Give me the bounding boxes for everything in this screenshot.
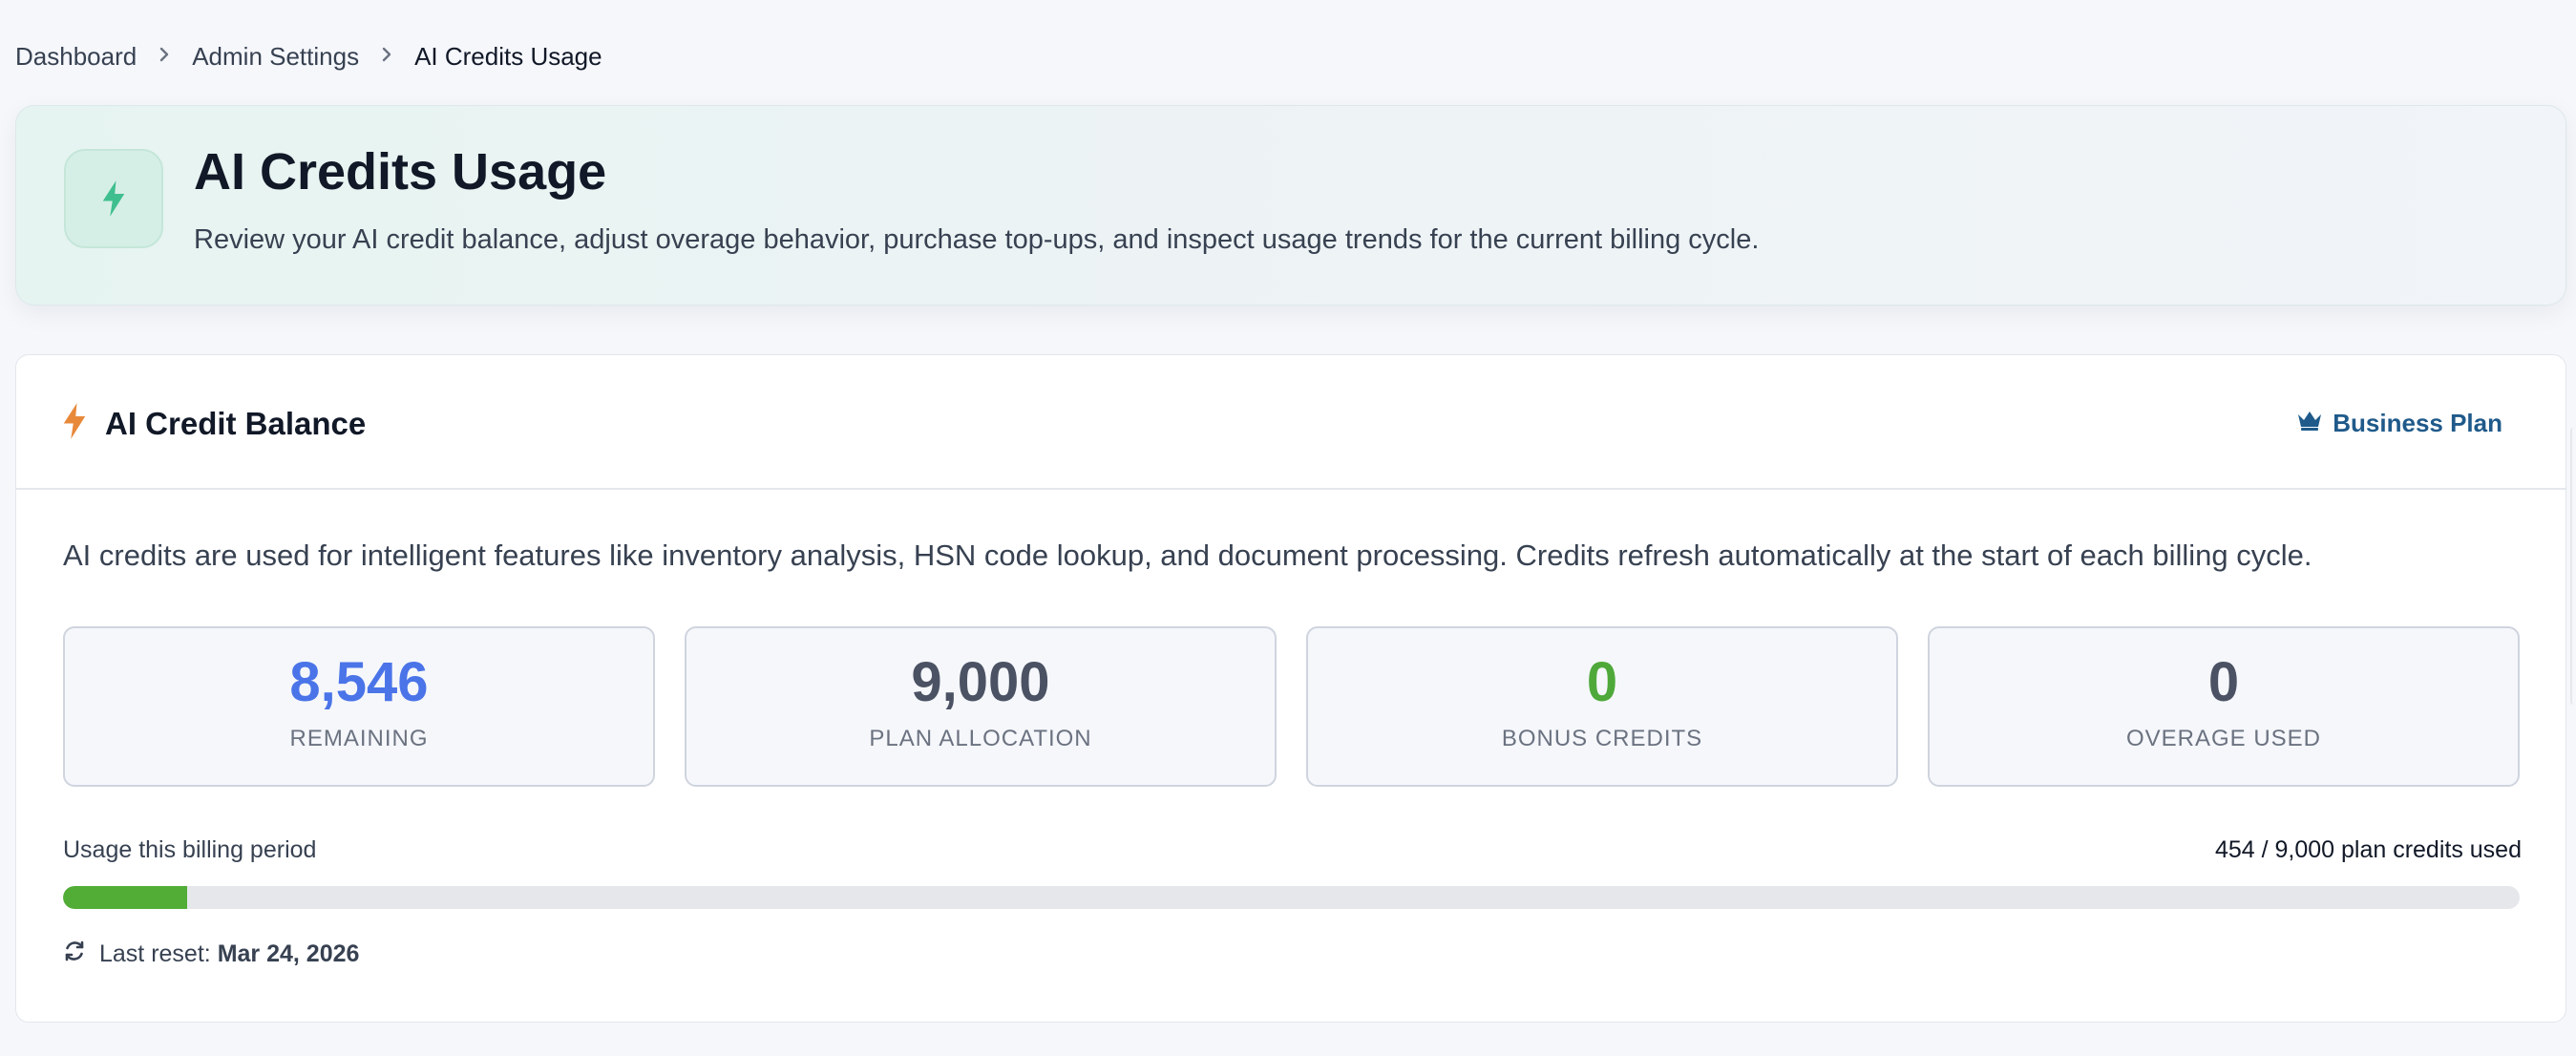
page-subtitle: Review your AI credit balance, adjust ov… <box>194 224 1760 255</box>
breadcrumb: Dashboard Admin Settings AI Credits Usag… <box>15 40 602 73</box>
refresh-icon <box>63 940 86 969</box>
stat-label: OVERAGE USED <box>2125 726 2322 751</box>
crown-icon <box>2296 409 2323 438</box>
last-reset: Last reset: Mar 24, 2026 <box>63 940 359 969</box>
breadcrumb-admin-settings[interactable]: Admin Settings <box>192 42 359 72</box>
page-header: AI Credits Usage Review your AI credit b… <box>15 105 2566 306</box>
stat-plan-allocation: 9,000 PLAN ALLOCATION <box>685 626 1277 787</box>
usage-progress-fill <box>63 886 187 909</box>
chevron-right-icon <box>158 44 171 69</box>
stat-value: 8,546 <box>289 651 429 713</box>
last-reset-date: Mar 24, 2026 <box>217 940 360 967</box>
plan-label: Business Plan <box>2333 409 2502 437</box>
card-description: AI credits are used for intelligent feat… <box>63 539 2312 572</box>
page-title: AI Credits Usage <box>194 143 607 201</box>
stat-value: 9,000 <box>911 651 1050 713</box>
stat-label: REMAINING <box>289 726 429 751</box>
stat-overage-used: 0 OVERAGE USED <box>1928 626 2520 787</box>
bolt-icon <box>60 402 89 445</box>
scrollbar[interactable] <box>2570 428 2576 705</box>
usage-progress-bar <box>63 886 2520 909</box>
breadcrumb-dashboard[interactable]: Dashboard <box>15 42 137 72</box>
stat-label: PLAN ALLOCATION <box>869 726 1092 751</box>
card-title: AI Credit Balance <box>105 406 367 441</box>
credit-balance-card: AI Credit Balance Business Plan AI credi… <box>15 354 2566 1023</box>
usage-label: Usage this billing period <box>63 836 317 863</box>
card-header: AI Credit Balance Business Plan <box>16 355 2565 490</box>
usage-count: 454 / 9,000 plan credits used <box>2214 836 2522 863</box>
stat-bonus-credits: 0 BONUS CREDITS <box>1306 626 1898 787</box>
stat-label: BONUS CREDITS <box>1501 726 1703 751</box>
chevron-right-icon <box>380 44 393 69</box>
plan-badge[interactable]: Business Plan <box>2296 409 2502 438</box>
stat-value: 0 <box>2207 651 2240 713</box>
last-reset-label: Last reset: <box>99 940 211 967</box>
bolt-icon <box>64 149 163 248</box>
stat-remaining: 8,546 REMAINING <box>63 626 655 787</box>
breadcrumb-ai-credits-usage: AI Credits Usage <box>414 41 602 71</box>
stat-value: 0 <box>1586 651 1618 713</box>
